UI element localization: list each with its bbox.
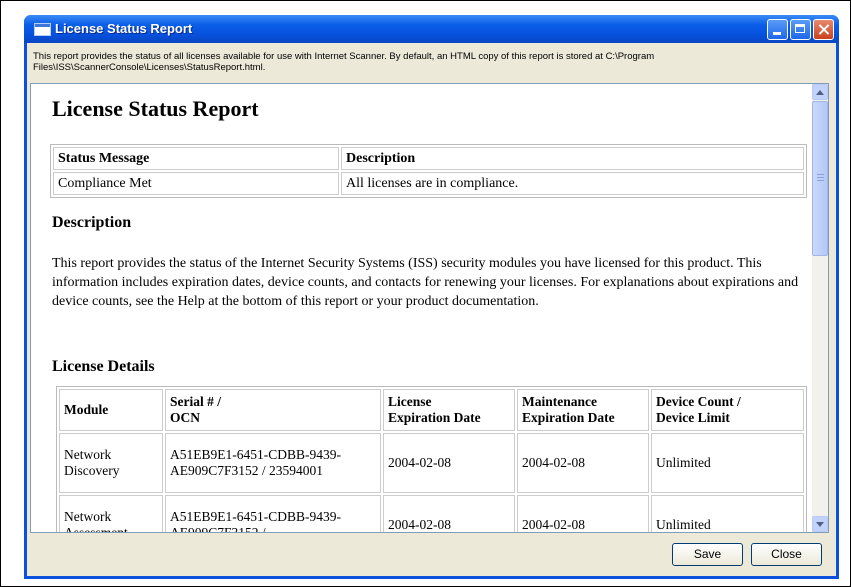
scroll-down-button[interactable]: [812, 516, 828, 532]
chevron-down-icon: [816, 522, 824, 527]
license-details-table: Module Serial # / OCN License Expiration D…: [56, 386, 807, 532]
column-header-maint-exp: Maintenance Expiration Date: [517, 389, 649, 431]
table-row: Network Assessment A51EB9E1-6451-CDBB-94…: [59, 495, 804, 532]
header-line: Module: [64, 402, 109, 417]
title-bar[interactable]: License Status Report: [24, 15, 839, 43]
header-line: Maintenance: [522, 394, 597, 409]
maximize-button[interactable]: [790, 19, 811, 40]
column-header-license-exp: License Expiration Date: [383, 389, 515, 431]
header-line: Device Count /: [656, 394, 741, 409]
dialog-body: This report provides the status of all l…: [27, 43, 836, 576]
serial-cell: A51EB9E1-6451-CDBB-9439-AE909C7F3152 / 2…: [165, 433, 381, 493]
header-line: License: [388, 394, 432, 409]
header-line: Expiration Date: [388, 410, 481, 425]
close-window-button[interactable]: [813, 19, 834, 40]
report-content: License Status Report Status Message Des…: [31, 84, 814, 532]
scroll-up-button[interactable]: [812, 84, 828, 100]
table-header-row: Module Serial # / OCN License Expiration D…: [59, 389, 804, 431]
header-line: Device Limit: [656, 410, 730, 425]
device-cell: Unlimited: [651, 495, 804, 532]
status-message-cell: Compliance Met: [53, 172, 339, 195]
description-heading: Description: [52, 214, 132, 231]
header-line: OCN: [170, 410, 200, 425]
device-cell: Unlimited: [651, 433, 804, 493]
column-header: Description: [341, 147, 804, 170]
grip-line: [817, 177, 824, 178]
table-row: Compliance Met All licenses are in compl…: [53, 172, 804, 195]
report-title: License Status Report: [52, 96, 259, 121]
scrollbar-thumb[interactable]: [812, 101, 828, 256]
maint-exp-cell: 2004-02-08: [517, 433, 649, 493]
window-icon: [34, 23, 51, 36]
description-paragraph: This report provides the status of the I…: [52, 256, 799, 309]
status-table: Status Message Description Compliance Me…: [50, 144, 807, 198]
license-status-dialog: License Status Report This report provid…: [24, 15, 839, 579]
license-details-heading: License Details: [52, 358, 155, 375]
column-header-module: Module: [59, 389, 163, 431]
header-line: Serial # /: [170, 394, 221, 409]
close-button[interactable]: Close: [751, 543, 822, 566]
table-row: Network Discovery A51EB9E1-6451-CDBB-943…: [59, 433, 804, 493]
header-line: Expiration Date: [522, 410, 615, 425]
license-exp-cell: 2004-02-08: [383, 433, 515, 493]
maint-exp-cell: 2004-02-08: [517, 495, 649, 532]
window-title: License Status Report: [55, 21, 193, 36]
chevron-up-icon: [816, 90, 824, 95]
save-button[interactable]: Save: [672, 543, 743, 566]
minimize-button[interactable]: [767, 19, 788, 40]
serial-cell: A51EB9E1-6451-CDBB-9439-AE909C7F3152 /: [165, 495, 381, 532]
close-button-label: Close: [771, 547, 802, 561]
grip-line: [817, 180, 824, 181]
report-viewer[interactable]: License Status Report Status Message Des…: [30, 83, 829, 533]
module-cell: Network Assessment: [59, 495, 163, 532]
column-header: Status Message: [53, 147, 339, 170]
vertical-scrollbar[interactable]: [812, 84, 828, 532]
table-header-row: Status Message Description: [53, 147, 804, 170]
module-cell: Network Discovery: [59, 433, 163, 493]
info-text: This report provides the status of all l…: [33, 51, 655, 73]
column-header-serial: Serial # / OCN: [165, 389, 381, 431]
button-bar: Save Close: [27, 533, 836, 576]
license-exp-cell: 2004-02-08: [383, 495, 515, 532]
status-description-cell: All licenses are in compliance.: [341, 172, 804, 195]
save-button-label: Save: [693, 547, 722, 561]
column-header-device: Device Count / Device Limit: [651, 389, 804, 431]
grip-line: [817, 174, 824, 175]
